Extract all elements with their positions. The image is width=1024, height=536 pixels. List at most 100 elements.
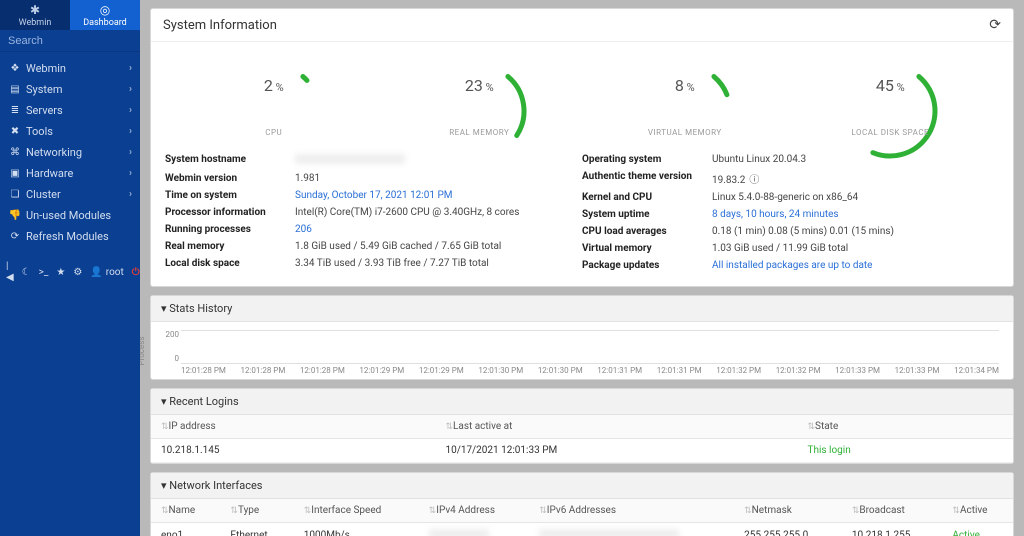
chevron-right-icon: ›	[129, 84, 132, 95]
col-header[interactable]: Broadcast	[842, 499, 943, 523]
collapse-icon[interactable]: |◀	[6, 261, 14, 283]
gauge-percent: 45 %	[835, 76, 945, 95]
sidebar-item[interactable]: ✖Tools›	[0, 121, 140, 142]
gauge-label: CPU	[265, 128, 282, 137]
info-row: Virtual memory1.03 GiB used / 11.99 GiB …	[582, 240, 999, 257]
info-row: Real memory1.8 GiB used / 5.49 GiB cache…	[165, 238, 582, 255]
nav-icon: ⟳	[8, 231, 22, 242]
col-last[interactable]: Last active at	[435, 415, 797, 439]
refresh-icon[interactable]: ⟳	[989, 17, 1001, 33]
col-header[interactable]: IPv4 Address	[419, 499, 530, 523]
info-key: Virtual memory	[582, 243, 712, 254]
info-value[interactable]: 8 days, 10 hours, 24 minutes	[712, 209, 999, 220]
terminal-icon[interactable]: >_	[39, 267, 49, 278]
chevron-right-icon: ›	[129, 126, 132, 137]
info-value[interactable]: Sunday, October 17, 2021 12:01 PM	[295, 190, 582, 201]
webmin-icon: ✱	[30, 3, 40, 17]
col-header[interactable]: Name	[151, 499, 220, 523]
sidebar-item[interactable]: ⌘Networking›	[0, 142, 140, 163]
cell-speed: 1000Mb/s	[294, 523, 419, 536]
info-col-left: System hostnameWebmin version1.981Time o…	[165, 151, 582, 274]
sidebar-item[interactable]: ≣Servers›	[0, 100, 140, 121]
blurred-value	[295, 154, 405, 164]
user-icon: 👤	[90, 267, 102, 278]
col-ip[interactable]: IP address	[151, 415, 435, 439]
tab-label: Webmin	[19, 18, 52, 28]
stats-yaxis: 200 0	[159, 330, 179, 363]
xtick: 12:01:28 PM	[240, 366, 285, 375]
nav-icon: ❖	[8, 63, 22, 74]
tab-webmin[interactable]: ✱ Webmin	[0, 0, 70, 30]
gauge: 2 % CPU	[219, 56, 329, 137]
info-row: Webmin version1.981	[165, 170, 582, 187]
info-key: CPU load averages	[582, 226, 712, 237]
nav-label: Networking	[26, 146, 82, 159]
info-value: 1.981	[295, 173, 582, 184]
cell-ipv4	[419, 523, 530, 536]
settings-icon[interactable]: ⚙	[73, 267, 82, 278]
xtick: 12:01:30 PM	[478, 366, 523, 375]
section-title: Stats History	[169, 302, 232, 315]
info-row: Authentic theme version19.83.2ⓘ	[582, 168, 999, 189]
sidebar-bottom: |◀ ☾ >_ ★ ⚙ 👤 root ⏻	[0, 257, 140, 287]
section-head[interactable]: ▾ Network Interfaces	[151, 473, 1013, 499]
xtick: 12:01:28 PM	[181, 366, 226, 375]
gauge-percent: 23 %	[424, 76, 534, 95]
sidebar-item[interactable]: ▣Hardware›	[0, 163, 140, 184]
search-row: 🔍	[0, 30, 140, 52]
sidebar-item[interactable]: ❏Cluster›	[0, 184, 140, 205]
nav-label: Tools	[26, 125, 53, 138]
info-key: Local disk space	[165, 258, 295, 269]
sidebar-item[interactable]: ⟳ Refresh Modules	[0, 226, 140, 247]
nav-icon: ▣	[8, 168, 22, 179]
sidebar-item[interactable]: 👎Un-used Modules	[0, 205, 140, 226]
info-value: 3.34 TiB used / 3.93 TiB free / 7.27 TiB…	[295, 258, 582, 269]
star-icon[interactable]: ★	[56, 267, 65, 278]
gauge-percent: 2 %	[219, 76, 329, 95]
sidebar-item[interactable]: ▤System›	[0, 79, 140, 100]
dashboard-icon: ◎	[100, 3, 110, 17]
cell-ipv6	[529, 523, 734, 536]
panel-header: System Information ⟳	[151, 9, 1013, 42]
sidebar-item[interactable]: ❖Webmin›	[0, 58, 140, 79]
info-row: Processor informationIntel(R) Core(TM) i…	[165, 204, 582, 221]
section-head[interactable]: ▾ Recent Logins	[151, 389, 1013, 415]
info-row: Running processes206	[165, 221, 582, 238]
section-recent-logins: ▾ Recent Logins IP address Last active a…	[150, 388, 1014, 464]
cell-type: Ethernet	[220, 523, 293, 536]
info-value: Intel(R) Core(TM) i7-2600 CPU @ 3.40GHz,…	[295, 207, 582, 218]
col-header[interactable]: Netmask	[734, 499, 842, 523]
xtick: 12:01:28 PM	[300, 366, 345, 375]
search-input[interactable]	[8, 35, 150, 47]
info-value: 0.18 (1 min) 0.08 (5 mins) 0.01 (15 mins…	[712, 226, 999, 237]
night-icon[interactable]: ☾	[22, 267, 31, 278]
user-badge[interactable]: 👤 root	[90, 267, 123, 278]
info-value[interactable]: All installed packages are up to date	[712, 260, 999, 271]
info-row: Time on systemSunday, October 17, 2021 1…	[165, 187, 582, 204]
chevron-right-icon: ›	[129, 147, 132, 158]
info-col-right: Operating systemUbuntu Linux 20.04.3Auth…	[582, 151, 999, 274]
info-grid: System hostnameWebmin version1.981Time o…	[151, 147, 1013, 286]
info-key: Kernel and CPU	[582, 192, 712, 203]
nav-label: Hardware	[26, 167, 73, 180]
cell-broadcast: 10.218.1.255	[842, 523, 943, 536]
chevron-right-icon: ›	[129, 63, 132, 74]
main-content: System Information ⟳ 2 %CPU23 %REAL MEMO…	[140, 0, 1024, 536]
info-value[interactable]: 206	[295, 224, 582, 235]
xtick: 12:01:32 PM	[776, 366, 821, 375]
col-header[interactable]: Type	[220, 499, 293, 523]
col-header[interactable]: Interface Speed	[294, 499, 419, 523]
cell-ip: 10.218.1.145	[151, 439, 435, 463]
tab-dashboard[interactable]: ◎ Dashboard	[70, 0, 140, 30]
logout-icon[interactable]: ⏻	[132, 267, 140, 278]
recent-logins-table: IP address Last active at State 10.218.1…	[151, 415, 1013, 463]
info-icon[interactable]: ⓘ	[749, 175, 759, 186]
col-header[interactable]: Active	[942, 499, 1013, 523]
xtick: 12:01:29 PM	[359, 366, 404, 375]
gauge: 45 %LOCAL DISK SPACE	[835, 56, 945, 137]
section-head[interactable]: ▾ Stats History	[151, 296, 1013, 322]
nav-icon: ▤	[8, 84, 22, 95]
col-state[interactable]: State	[797, 415, 1013, 439]
nav-label: Refresh Modules	[26, 230, 109, 243]
col-header[interactable]: IPv6 Addresses	[529, 499, 734, 523]
